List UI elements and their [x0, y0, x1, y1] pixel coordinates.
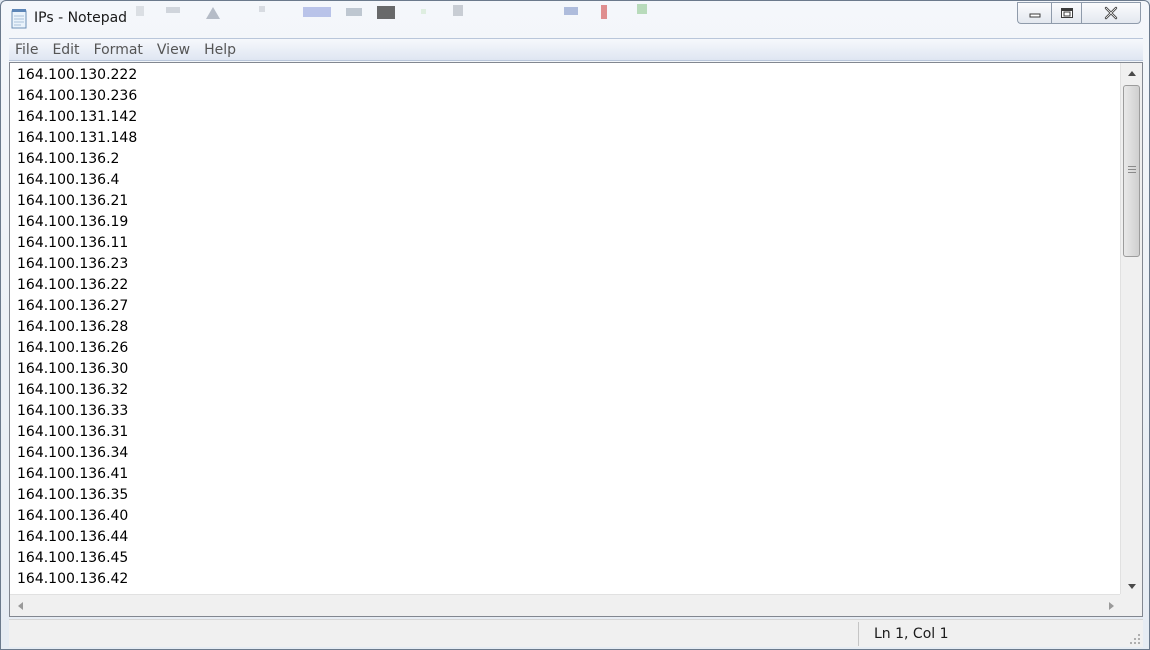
cursor-position: Ln 1, Col 1 — [874, 626, 949, 642]
window-title: IPs - Notepad — [34, 10, 128, 26]
text-line[interactable]: 164.100.136.35 — [17, 485, 1118, 506]
text-line[interactable]: 164.100.136.2 — [17, 149, 1118, 170]
scroll-right-arrow-icon — [1108, 601, 1114, 610]
close-icon — [1104, 6, 1118, 20]
menu-view[interactable]: View — [157, 42, 190, 58]
maximize-icon — [1060, 8, 1073, 18]
text-editor[interactable]: 164.100.130.222 164.100.130.236 164.100.13… — [9, 62, 1143, 617]
text-line[interactable]: 164.100.131.148 — [17, 128, 1118, 149]
status-bar: Ln 1, Col 1 — [9, 619, 1143, 647]
notepad-icon[interactable] — [10, 9, 28, 29]
status-divider — [858, 622, 859, 646]
text-line[interactable]: 164.100.136.41 — [17, 464, 1118, 485]
caption-buttons — [1017, 2, 1141, 24]
menu-edit[interactable]: Edit — [52, 42, 79, 58]
scroll-down-arrow-icon — [1127, 583, 1136, 589]
text-line[interactable]: 164.100.136.32 — [17, 380, 1118, 401]
title-bar[interactable]: IPs - Notepad — [1, 1, 1149, 37]
text-line[interactable]: 164.100.136.30 — [17, 359, 1118, 380]
scroll-left-arrow-icon — [17, 601, 23, 610]
menu-format[interactable]: Format — [94, 42, 143, 58]
scroll-down-button[interactable] — [1121, 576, 1142, 596]
scroll-up-arrow-icon — [1127, 70, 1136, 76]
menu-file[interactable]: File — [15, 42, 38, 58]
text-line[interactable]: 164.100.136.4 — [17, 170, 1118, 191]
minimize-button[interactable] — [1017, 2, 1051, 24]
text-line[interactable]: 164.100.136.22 — [17, 275, 1118, 296]
text-line[interactable]: 164.100.130.236 — [17, 86, 1118, 107]
editor-text-area[interactable]: 164.100.130.222 164.100.130.236 164.100.13… — [17, 65, 1118, 594]
scroll-up-button[interactable] — [1121, 63, 1142, 83]
notepad-window: IPs - Notepad File Edit Format View Help… — [0, 0, 1150, 650]
scroll-thumb-grip — [1128, 166, 1136, 175]
menu-bar: File Edit Format View Help — [9, 38, 1143, 61]
text-line[interactable]: 164.100.130.222 — [17, 65, 1118, 86]
text-line[interactable]: 164.100.136.19 — [17, 212, 1118, 233]
vertical-scroll-thumb[interactable] — [1123, 85, 1140, 257]
text-line[interactable]: 164.100.136.11 — [17, 233, 1118, 254]
text-line[interactable]: 164.100.136.21 — [17, 191, 1118, 212]
vertical-scrollbar[interactable] — [1120, 63, 1142, 596]
scroll-right-button[interactable] — [1101, 595, 1121, 616]
text-line[interactable]: 164.100.136.34 — [17, 443, 1118, 464]
text-line[interactable]: 164.100.136.28 — [17, 317, 1118, 338]
text-line[interactable]: 164.100.136.44 — [17, 527, 1118, 548]
text-line[interactable]: 164.100.136.27 — [17, 296, 1118, 317]
text-line[interactable]: 164.100.136.23 — [17, 254, 1118, 275]
text-line[interactable]: 164.100.136.45 — [17, 548, 1118, 569]
text-line[interactable]: 164.100.136.42 — [17, 569, 1118, 590]
minimize-icon — [1029, 13, 1040, 18]
scroll-left-button[interactable] — [10, 595, 30, 616]
menu-help[interactable]: Help — [204, 42, 236, 58]
scrollbar-corner — [1120, 594, 1142, 616]
resize-grip-icon[interactable] — [1129, 633, 1141, 645]
maximize-button[interactable] — [1051, 2, 1081, 24]
text-line[interactable]: 164.100.136.31 — [17, 422, 1118, 443]
text-line[interactable]: 164.100.136.33 — [17, 401, 1118, 422]
horizontal-scrollbar[interactable] — [10, 594, 1121, 616]
text-line[interactable]: 164.100.131.142 — [17, 107, 1118, 128]
text-line[interactable]: 164.100.136.26 — [17, 338, 1118, 359]
close-button[interactable] — [1081, 2, 1141, 24]
text-line[interactable]: 164.100.136.40 — [17, 506, 1118, 527]
